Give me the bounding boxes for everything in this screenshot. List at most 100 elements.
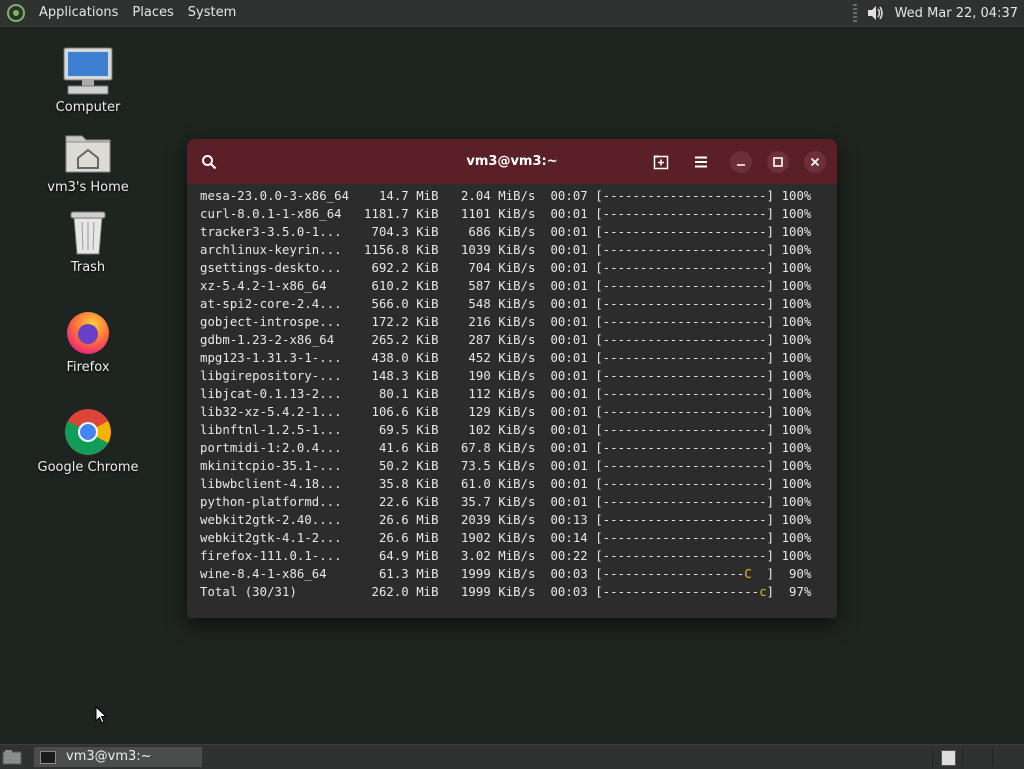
terminal-line: tracker3-3.5.0-1... 704.3 KiB 686 KiB/s … [200, 223, 837, 241]
progress-bar: [----------------------] [595, 351, 775, 365]
taskbar-label: vm3@vm3:~ [66, 749, 152, 764]
pkg-time: 00:07 [550, 189, 588, 203]
maximize-icon [773, 157, 783, 167]
pkg-name: mkinitcpio-35.1-... [200, 459, 342, 473]
pkg-name: mpg123-1.31.3-1-... [200, 351, 342, 365]
pkg-rate: 35.7 KiB/s [460, 495, 536, 509]
progress-percent: 100% [781, 549, 812, 563]
pkg-size: 35.8 KiB [378, 477, 439, 491]
progress-percent: 100% [781, 423, 812, 437]
minimize-icon [737, 164, 745, 166]
terminal-output[interactable]: mesa-23.0.0-3-x86_64 14.7 MiB 2.04 MiB/s… [187, 184, 837, 601]
terminal-line: firefox-111.0.1-... 64.9 MiB 3.02 MiB/s … [200, 547, 837, 565]
pkg-size: 14.7 MiB [378, 189, 439, 203]
terminal-line: webkit2gtk-4.1-2... 26.6 MiB 1902 KiB/s … [200, 529, 837, 547]
terminal-line: gobject-introspe... 172.2 KiB 216 KiB/s … [200, 313, 837, 331]
pkg-rate: 704 KiB/s [468, 261, 536, 275]
terminal-window[interactable]: vm3@vm3:~ mesa-23.0.0-3-x86_64 14.7 MiB … [187, 139, 837, 618]
pkg-rate: 1999 KiB/s [460, 585, 536, 599]
pkg-size: 1181.7 KiB [364, 207, 439, 221]
terminal-line: wine-8.4-1-x86_64 61.3 MiB 1999 KiB/s 00… [200, 565, 837, 583]
pkg-name: libwbclient-4.18... [200, 477, 342, 491]
pkg-name: webkit2gtk-4.1-2... [200, 531, 342, 545]
pkg-name: lib32-xz-5.4.2-1... [200, 405, 342, 419]
terminal-line: lib32-xz-5.4.2-1... 106.6 KiB 129 KiB/s … [200, 403, 837, 421]
pkg-rate: 1999 KiB/s [460, 567, 536, 581]
progress-bar: [----------------------] [595, 495, 775, 509]
desktop-icon-trash[interactable]: Trash [33, 210, 143, 275]
terminal-line: libjcat-0.1.13-2... 80.1 KiB 112 KiB/s 0… [200, 385, 837, 403]
show-desktop-icon[interactable] [2, 749, 22, 765]
progress-bar: [----------------------] [595, 405, 775, 419]
pkg-time: 00:03 [550, 567, 588, 581]
terminal-line: libgirepository-... 148.3 KiB 190 KiB/s … [200, 367, 837, 385]
desktop-icon-label: Google Chrome [37, 460, 139, 475]
desktop-icon-firefox[interactable]: Firefox [33, 308, 143, 375]
close-button[interactable] [803, 150, 827, 174]
menu-system[interactable]: System [181, 0, 243, 26]
progress-percent: 100% [781, 243, 812, 257]
pkg-rate: 3.02 MiB/s [460, 549, 536, 563]
pkg-name: mesa-23.0.0-3-x86_64 [200, 189, 350, 203]
menu-button[interactable] [689, 150, 713, 174]
terminal-line: libwbclient-4.18... 35.8 KiB 61.0 KiB/s … [200, 475, 837, 493]
progress-percent: 90% [789, 567, 812, 581]
progress-percent: 100% [781, 279, 812, 293]
terminal-line: python-platformd... 22.6 KiB 35.7 KiB/s … [200, 493, 837, 511]
pkg-name: Total (30/31) [200, 585, 297, 599]
pkg-name: gsettings-deskto... [200, 261, 342, 275]
pkg-rate: 61.0 KiB/s [460, 477, 536, 491]
progress-bar: [----------------------] [595, 423, 775, 437]
pkg-size: 80.1 KiB [378, 387, 439, 401]
volume-icon[interactable] [865, 3, 885, 23]
desktop-icon-home[interactable]: vm3's Home [33, 128, 143, 195]
menu-places[interactable]: Places [125, 0, 180, 26]
pkg-size: 1156.8 KiB [364, 243, 439, 257]
pkg-size: 265.2 KiB [371, 333, 439, 347]
progress-bar: [------------------- [595, 567, 745, 581]
top-panel: Applications Places System Wed Mar 22, 0… [0, 0, 1024, 27]
progress-percent: 100% [781, 495, 812, 509]
progress-bar: [----------------------] [595, 333, 775, 347]
pkg-time: 00:01 [550, 495, 588, 509]
pkg-rate: 287 KiB/s [468, 333, 536, 347]
pkg-size: 64.9 MiB [378, 549, 439, 563]
progress-bar: [----------------------] [595, 369, 775, 383]
distro-logo-icon[interactable] [6, 3, 26, 23]
progress-percent: 100% [781, 261, 812, 275]
pkg-rate: 112 KiB/s [468, 387, 536, 401]
taskbar-terminal-button[interactable]: vm3@vm3:~ [34, 747, 202, 767]
pkg-rate: 2039 KiB/s [460, 513, 536, 527]
desktop-icon-chrome[interactable]: Google Chrome [33, 408, 143, 475]
terminal-icon [40, 750, 56, 764]
terminal-header-bar[interactable]: vm3@vm3:~ [187, 139, 837, 184]
pkg-size: 692.2 KiB [371, 261, 439, 275]
new-tab-button[interactable] [649, 150, 673, 174]
pkg-rate: 2.04 MiB/s [460, 189, 536, 203]
pkg-rate: 686 KiB/s [468, 225, 536, 239]
progress-bar: [----------------------] [595, 189, 775, 203]
panel-separator [852, 4, 857, 22]
search-icon [202, 155, 217, 170]
desktop-icon-computer[interactable]: Computer [33, 46, 143, 115]
workspace-3[interactable] [992, 747, 1024, 767]
terminal-line: xz-5.4.2-1-x86_64 610.2 KiB 587 KiB/s 00… [200, 277, 837, 295]
pkg-rate: 73.5 KiB/s [460, 459, 536, 473]
maximize-button[interactable] [766, 150, 790, 174]
progress-bar: [----------------------] [595, 243, 775, 257]
pkg-size: 704.3 KiB [371, 225, 439, 239]
clock[interactable]: Wed Mar 22, 04:37 [895, 6, 1018, 21]
terminal-line: Total (30/31) 262.0 MiB 1999 KiB/s 00:03… [200, 583, 837, 601]
progress-percent: 100% [781, 513, 812, 527]
menu-applications[interactable]: Applications [32, 0, 125, 26]
pkg-name: tracker3-3.5.0-1... [200, 225, 342, 239]
progress-bar: [----------------------] [595, 279, 775, 293]
progress-marker: c [759, 585, 767, 599]
search-button[interactable] [197, 150, 221, 174]
minimize-button[interactable] [729, 150, 753, 174]
progress-bar: [----------------------] [595, 207, 775, 221]
progress-percent: 100% [781, 333, 812, 347]
mouse-pointer-icon [95, 706, 107, 724]
progress-percent: 100% [781, 477, 812, 491]
pkg-size: 26.6 MiB [378, 513, 439, 527]
